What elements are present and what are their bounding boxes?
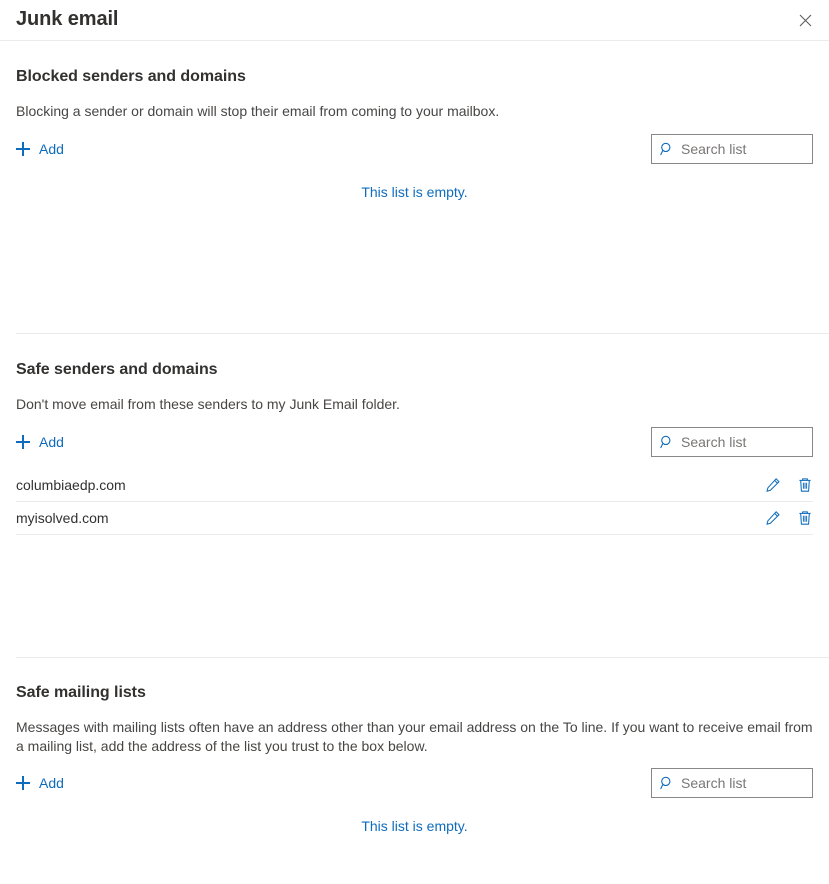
safe-senders-search-box[interactable] — [651, 427, 813, 457]
safe-senders-toolbar: Add — [16, 427, 813, 457]
edit-row-button[interactable] — [764, 476, 781, 494]
close-icon — [799, 14, 812, 27]
section-description: Messages with mailing lists often have a… — [16, 719, 813, 754]
trash-icon — [797, 510, 813, 526]
close-button[interactable] — [789, 4, 821, 36]
table-row[interactable]: myisolved.com — [16, 502, 813, 535]
page-title: Junk email — [16, 8, 119, 30]
section-safe-mailing-lists: Safe mailing lists Messages with mailing… — [0, 658, 829, 834]
list-item-label: myisolved.com — [16, 510, 109, 526]
search-icon — [660, 142, 674, 156]
pencil-icon — [765, 477, 781, 493]
blocked-toolbar: Add — [16, 134, 813, 164]
panel-header: Junk email — [0, 0, 829, 41]
add-blocked-sender-button[interactable]: Add — [16, 134, 64, 164]
section-heading: Blocked senders and domains — [16, 68, 246, 85]
safe-senders-list: columbiaedp.com myisolved.com — [16, 469, 813, 535]
delete-row-button[interactable] — [796, 476, 813, 494]
search-input[interactable] — [681, 434, 804, 450]
pencil-icon — [765, 510, 781, 526]
row-actions — [764, 509, 813, 527]
search-input[interactable] — [681, 775, 804, 791]
delete-row-button[interactable] — [796, 509, 813, 527]
plus-icon — [16, 435, 30, 449]
search-input[interactable] — [681, 141, 804, 157]
safe-mailing-lists-search-box[interactable] — [651, 768, 813, 798]
edit-row-button[interactable] — [764, 509, 781, 527]
add-button-label: Add — [39, 775, 64, 791]
plus-icon — [16, 142, 30, 156]
add-button-label: Add — [39, 434, 64, 450]
table-row[interactable]: columbiaedp.com — [16, 469, 813, 502]
section-description: Blocking a sender or domain will stop th… — [16, 103, 500, 119]
row-actions — [764, 476, 813, 494]
empty-list-message: This list is empty. — [361, 818, 468, 834]
add-safe-mailing-list-button[interactable]: Add — [16, 768, 64, 798]
search-icon — [660, 776, 674, 790]
section-heading: Safe mailing lists — [16, 684, 146, 701]
list-item-label: columbiaedp.com — [16, 477, 126, 493]
section-safe-senders: Safe senders and domains Don't move emai… — [0, 334, 829, 535]
safe-mailing-lists-toolbar: Add — [16, 768, 813, 798]
plus-icon — [16, 776, 30, 790]
search-icon — [660, 435, 674, 449]
trash-icon — [797, 477, 813, 493]
add-safe-sender-button[interactable]: Add — [16, 427, 64, 457]
blocked-search-box[interactable] — [651, 134, 813, 164]
empty-list-message: This list is empty. — [361, 184, 468, 200]
section-heading: Safe senders and domains — [16, 361, 218, 378]
section-description: Don't move email from these senders to m… — [16, 396, 400, 412]
add-button-label: Add — [39, 141, 64, 157]
section-blocked-senders: Blocked senders and domains Blocking a s… — [0, 41, 829, 200]
junk-email-panel: Junk email Blocked senders and domains B… — [0, 0, 829, 884]
